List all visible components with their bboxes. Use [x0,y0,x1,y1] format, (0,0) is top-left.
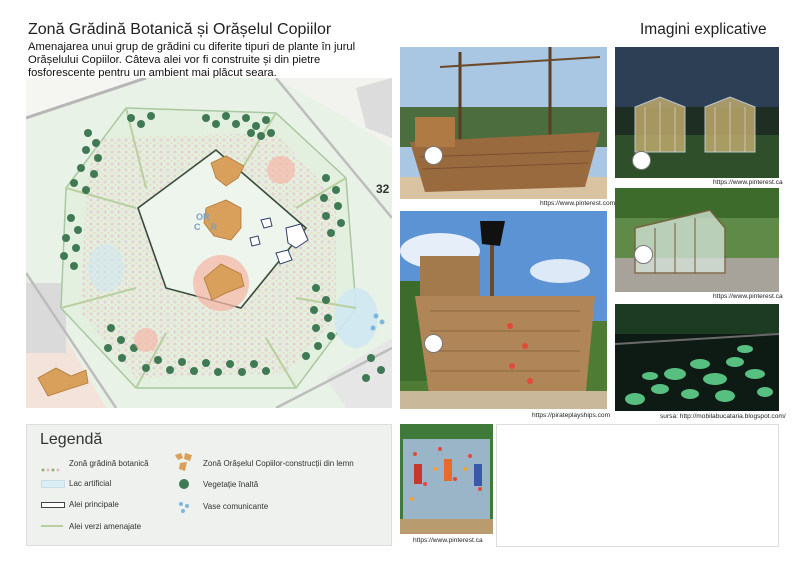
photo-greenhouse [615,188,779,292]
plaza-label-line2: C R [194,222,218,232]
photo-greenhouse-night [615,47,779,178]
legend-label-vegetation: Vegetație înaltă [203,480,259,489]
legend-swatch-main-alleys [41,502,65,508]
caption-playship: https://pirateplayships.com [532,412,611,419]
photo-playship [400,211,607,409]
plaza-label-line1: OR [196,212,210,222]
legend-label-lake: Lac artificial [69,479,112,488]
caption-greenhouse-night: https://www.pinterest.ca [713,179,783,186]
images-section-title: Imagini explicative [640,21,767,38]
legend-swatch-lake [41,480,65,488]
project-description: Amenajarea unui grup de grădini cu difer… [28,41,356,79]
photo-marker-2 [632,151,651,170]
photo-glow-stones [615,304,779,411]
photo-pirate-ship [400,47,607,199]
legend-swatch-kids-town [173,451,195,473]
legend-label-kids-town: Zonă Orășelul Copiilor-construcții din l… [203,459,354,468]
legend-label-vessels: Vase comunicante [203,502,269,511]
photo-climbing-wall [400,424,493,534]
legend-label-botanic: Zonă grădină botanică [69,459,149,468]
legend-label-main-alleys: Alei principale [69,500,119,509]
legend-swatch-botanic [41,460,63,472]
caption-climbing-wall: https://www.pinterest.ca [413,537,483,544]
legend-label-green-alleys: Alei verzi amenajate [69,522,142,531]
caption-glow-stones: sursa: http://mobilabucataria.blogspot.c… [660,413,786,420]
caption-pirate-ship: https://www.pinterest.com [540,200,616,207]
site-plan-map: OR C R 32 [26,78,392,408]
caption-greenhouse: https://www.pinterest.ca [713,293,783,300]
photo-marker-4 [634,245,653,264]
legend-swatch-green-alleys [41,525,63,527]
legend-panel: Legendă Zonă grădină botanică Lac artifi… [26,424,392,546]
legend-swatch-vessels [177,500,191,514]
page-title: Zonă Grădină Botanică și Orășelul Copiil… [28,21,332,38]
street-number-label: 32 [376,182,390,196]
photo-marker-1 [424,146,443,165]
photo-marker-3 [424,334,443,353]
blank-frame [496,424,779,547]
legend-swatch-vegetation [179,479,189,489]
legend-title: Legendă [40,431,103,448]
